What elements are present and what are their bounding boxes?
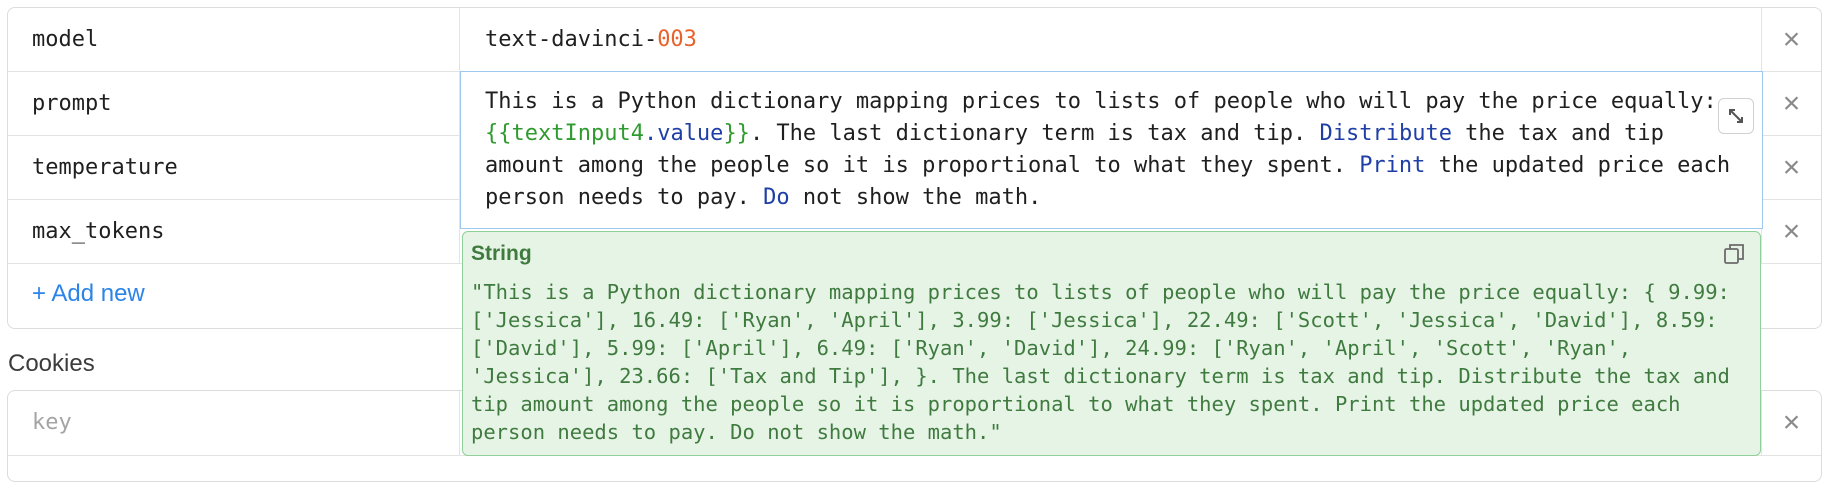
copy-icon-glyph — [1724, 244, 1744, 264]
keyword-highlight: Print — [1359, 153, 1426, 178]
close-icon[interactable]: × — [1761, 8, 1821, 71]
prompt-text-part: not show the math. — [789, 185, 1042, 210]
keyword-highlight: Distribute — [1319, 121, 1452, 146]
param-key-model[interactable]: model — [8, 8, 460, 71]
prompt-text-part: This is a Python dictionary mapping pric… — [485, 89, 1717, 114]
add-new-button[interactable]: + Add new — [32, 280, 145, 308]
copy-icon[interactable] — [1722, 242, 1746, 266]
template-property: .value — [643, 121, 724, 146]
expand-icon-glyph — [1729, 109, 1743, 123]
prompt-editor[interactable]: This is a Python dictionary mapping pric… — [460, 71, 1763, 229]
param-key-temperature[interactable]: temperature — [8, 136, 460, 199]
template-expression: {{textInput4 — [485, 121, 644, 146]
model-value-number: 003 — [657, 27, 697, 52]
param-key-prompt[interactable]: prompt — [8, 72, 460, 135]
cookies-heading: Cookies — [8, 350, 95, 377]
prompt-editor-text[interactable]: This is a Python dictionary mapping pric… — [485, 86, 1740, 214]
close-icon[interactable]: × — [1761, 200, 1821, 263]
template-close: }} — [723, 121, 750, 146]
keyword-highlight: Do — [763, 185, 790, 210]
preview-text: "This is a Python dictionary mapping pri… — [471, 280, 1730, 444]
evaluated-preview: String "This is a Python dictionary mapp… — [462, 231, 1761, 456]
model-value-text: text-davinci- — [485, 27, 658, 52]
param-row-model: model text-davinci-003 × — [8, 8, 1821, 72]
close-icon[interactable]: × — [1761, 136, 1821, 199]
preview-type-label: String — [471, 242, 532, 265]
param-key-max-tokens[interactable]: max_tokens — [8, 200, 460, 263]
cookie-key-input[interactable]: key — [8, 391, 460, 455]
param-value-model[interactable]: text-davinci-003 — [461, 8, 1761, 71]
close-icon[interactable]: × — [1761, 391, 1821, 455]
close-icon[interactable]: × — [1761, 72, 1821, 135]
expand-icon[interactable] — [1718, 98, 1754, 134]
prompt-text-part: . The last dictionary term is tax and ti… — [749, 121, 1320, 146]
